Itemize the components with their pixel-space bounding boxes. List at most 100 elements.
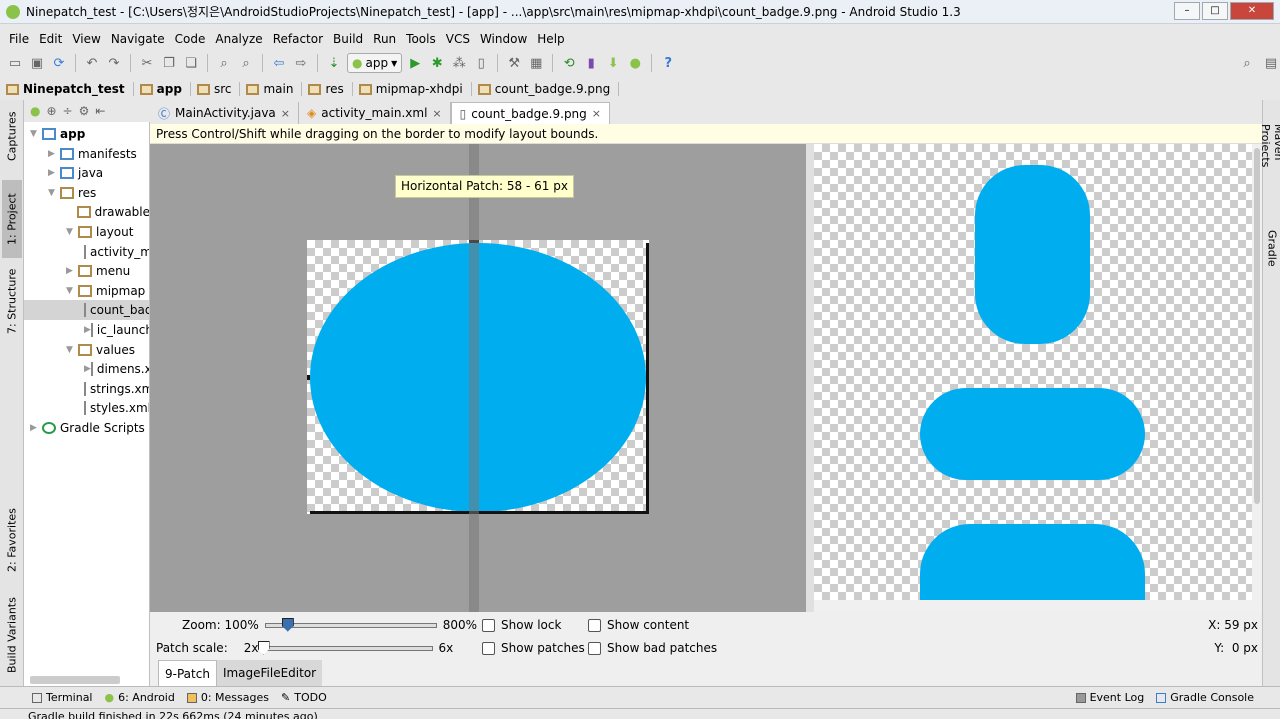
breadcrumb-item[interactable]: app	[139, 82, 191, 96]
tree-item[interactable]: ▼ layout	[24, 222, 149, 242]
collapse-all-icon[interactable]: ÷	[63, 104, 73, 118]
expand-arrow-icon[interactable]: ▶	[66, 266, 78, 276]
show-content-checkbox[interactable]: Show content	[588, 615, 689, 635]
structure-icon[interactable]: ▤	[1262, 54, 1280, 72]
bottom-padding-marker[interactable]	[310, 511, 649, 514]
breadcrumb-item[interactable]: Ninepatch_test	[6, 82, 134, 96]
patch-scale-slider[interactable]	[257, 640, 433, 655]
tool-tab-project[interactable]: 1: Project	[2, 180, 22, 258]
tool-tab-structure[interactable]: 7: Structure	[2, 260, 22, 342]
copy-icon[interactable]: ❐	[160, 54, 178, 72]
tree-item[interactable]: ▼ res	[24, 183, 149, 203]
gradle-sync-icon[interactable]: ⟲	[560, 54, 578, 72]
breadcrumb-item[interactable]: mipmap-xhdpi	[358, 82, 472, 96]
sdk-manager-icon[interactable]: ⬇	[604, 54, 622, 72]
menu-refactor[interactable]: Refactor	[268, 32, 328, 46]
close-tab-icon[interactable]: ×	[281, 107, 290, 120]
open-icon[interactable]: ▭	[6, 54, 24, 72]
run-icon[interactable]: ▶	[406, 54, 424, 72]
project-structure-icon[interactable]: ⚒	[505, 54, 523, 72]
close-tab-icon[interactable]: ×	[592, 107, 601, 120]
gradle-console-button[interactable]: Gradle Console	[1156, 691, 1254, 704]
project-horizontal-scrollbar[interactable]	[30, 676, 120, 684]
gear-icon[interactable]: ⚙	[79, 104, 90, 118]
zoom-slider[interactable]	[264, 617, 437, 632]
messages-button[interactable]: 0: Messages	[186, 691, 269, 704]
menu-window[interactable]: Window	[475, 32, 532, 46]
show-patches-checkbox[interactable]: Show patches	[482, 638, 585, 658]
tool-tab-build-variants[interactable]: Build Variants	[2, 590, 22, 680]
menu-edit[interactable]: Edit	[34, 32, 67, 46]
settings-icon[interactable]: ▦	[527, 54, 545, 72]
tree-item[interactable]: styles.xml	[24, 398, 149, 418]
attach-icon[interactable]: ⁂	[450, 54, 468, 72]
tool-tab-maven[interactable]: Maven Projects	[1259, 124, 1280, 204]
expand-arrow-icon[interactable]: ▶	[30, 423, 42, 433]
tree-item[interactable]: ▼ app	[24, 124, 149, 144]
menu-run[interactable]: Run	[368, 32, 401, 46]
expand-arrow-icon[interactable]: ▶	[84, 325, 91, 335]
sync-icon[interactable]: ⟳	[50, 54, 68, 72]
tree-item[interactable]: count_badge.9.png	[24, 300, 149, 321]
tool-tab-favorites[interactable]: 2: Favorites	[2, 500, 22, 580]
close-button[interactable]: ✕	[1230, 2, 1274, 20]
preview-vertical-scrollbar[interactable]	[1252, 144, 1262, 612]
tab-activity_main-xml[interactable]: ◈ activity_main.xml ×	[299, 102, 451, 124]
expand-arrow-icon[interactable]: ▼	[66, 286, 78, 296]
terminal-button[interactable]: Terminal	[32, 691, 93, 704]
breadcrumb-item[interactable]: src	[196, 82, 241, 96]
close-tab-icon[interactable]: ×	[432, 107, 441, 120]
tree-item[interactable]: ▶ic_launcher.png	[24, 320, 149, 340]
avd-manager-icon[interactable]: ▮	[582, 54, 600, 72]
tab-mainactivity-java[interactable]: Ⓒ MainActivity.java ×	[150, 102, 300, 124]
tree-item[interactable]: ▼ mipmap	[24, 281, 149, 301]
right-padding-marker[interactable]	[646, 243, 649, 514]
menu-tools[interactable]: Tools	[401, 32, 441, 46]
make-project-icon[interactable]: ⇣	[325, 54, 343, 72]
tool-tab-captures[interactable]: Captures	[2, 104, 22, 168]
zoom-slider-thumb[interactable]	[281, 617, 294, 632]
patch-scale-thumb[interactable]	[257, 640, 270, 655]
todo-button[interactable]: ✎ TODO	[281, 691, 327, 704]
tree-item[interactable]: activity_main.xml	[24, 242, 149, 262]
tab-count_badge-9-png[interactable]: ▯ count_badge.9.png ×	[450, 102, 610, 124]
tree-item[interactable]: ▶ Gradle Scripts	[24, 418, 149, 438]
menu-vcs[interactable]: VCS	[441, 32, 475, 46]
menu-code[interactable]: Code	[170, 32, 211, 46]
preview-horizontal-scrollbar[interactable]	[814, 600, 1252, 612]
expand-arrow-icon[interactable]: ▼	[66, 345, 78, 355]
back-icon[interactable]: ⇦	[270, 54, 288, 72]
ninepatch-canvas[interactable]: Horizontal Patch: 58 - 61 px	[150, 144, 806, 612]
split-divider[interactable]	[806, 144, 814, 612]
redo-icon[interactable]: ↷	[105, 54, 123, 72]
scroll-from-source-icon[interactable]: ⊕	[46, 104, 56, 118]
breadcrumb-item[interactable]: res	[308, 82, 353, 96]
undo-icon[interactable]: ↶	[83, 54, 101, 72]
menu-analyze[interactable]: Analyze	[210, 32, 267, 46]
cut-icon[interactable]: ✂	[138, 54, 156, 72]
android-button[interactable]: ● 6: Android	[105, 691, 175, 704]
paste-icon[interactable]: ❏	[182, 54, 200, 72]
expand-arrow-icon[interactable]: ▼	[48, 188, 60, 198]
breadcrumb-item[interactable]: main	[246, 82, 303, 96]
tree-item[interactable]: ▶ manifests	[24, 144, 149, 164]
tree-item[interactable]: ▶dimens.xml	[24, 359, 149, 379]
show-bad-patches-checkbox[interactable]: Show bad patches	[588, 638, 717, 658]
expand-arrow-icon[interactable]: ▼	[30, 129, 42, 139]
minimize-button[interactable]: –	[1174, 2, 1200, 20]
tab-9-patch[interactable]: 9-Patch	[158, 660, 217, 686]
menu-help[interactable]: Help	[532, 32, 569, 46]
debug-icon[interactable]: ✱	[428, 54, 446, 72]
search-everywhere-icon[interactable]: ⌕	[1238, 54, 1256, 72]
save-icon[interactable]: ▣	[28, 54, 46, 72]
maximize-button[interactable]: □	[1202, 2, 1228, 20]
expand-arrow-icon[interactable]: ▶	[48, 149, 60, 159]
device-icon[interactable]: ▯	[472, 54, 490, 72]
tree-item[interactable]: ▶ java	[24, 163, 149, 183]
run-config-select[interactable]: ● app ▼	[347, 53, 403, 73]
left-stretch-marker[interactable]	[307, 375, 310, 380]
tree-item[interactable]: ▼ values	[24, 340, 149, 360]
breadcrumb-item[interactable]: count_badge.9.png	[477, 82, 620, 96]
expand-arrow-icon[interactable]: ▼	[66, 227, 78, 237]
menu-build[interactable]: Build	[328, 32, 368, 46]
